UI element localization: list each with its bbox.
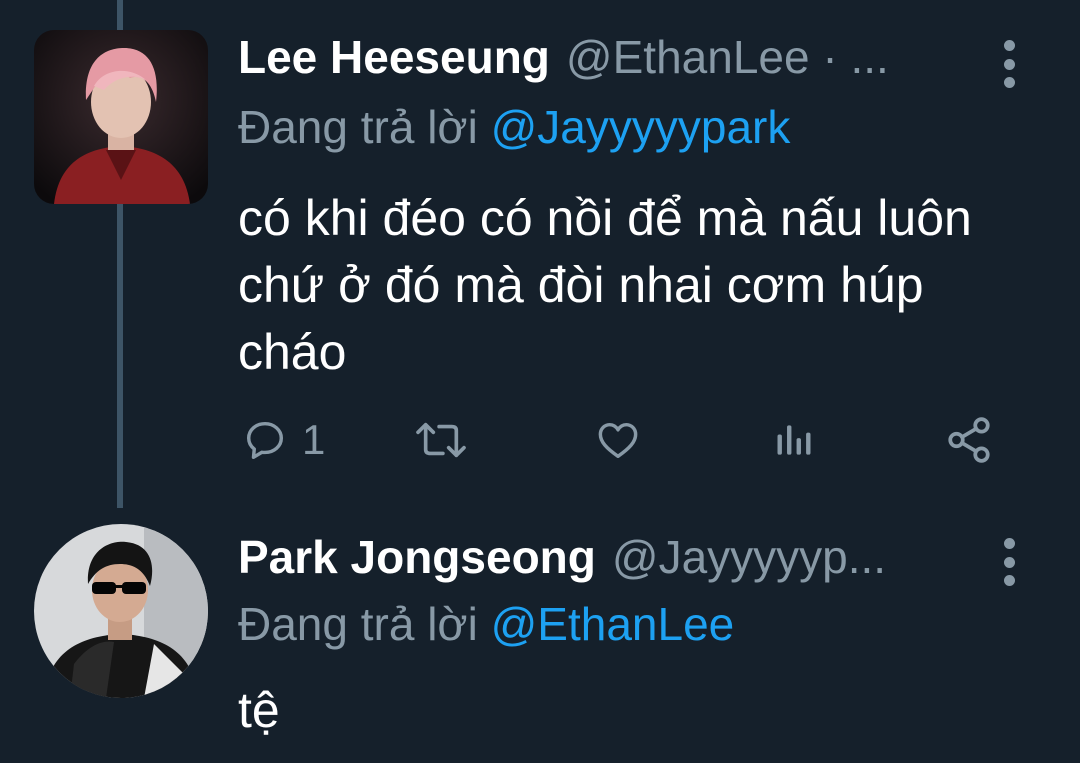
tweet-text: có khi đéo có nồi để mà nấu luôn chứ ở đ… — [238, 190, 972, 380]
reply-mention-link[interactable]: @EthanLee — [491, 598, 735, 650]
retweet-button[interactable] — [412, 410, 470, 470]
tweet-actions: 1 — [0, 410, 1080, 470]
retweet-icon — [416, 422, 466, 458]
reply-prefix: Đang trả lời — [238, 101, 478, 153]
like-icon — [598, 422, 638, 459]
reply-mention-link[interactable]: @Jayyyyypark — [491, 101, 791, 153]
reply-icon — [246, 421, 284, 459]
reply-context: Đang trả lời @EthanLee — [238, 597, 734, 651]
tweet-lee-heeseung[interactable]: Lee Heeseung @EthanLee · ... Đang trả lờ… — [0, 0, 1080, 510]
profile-photo — [34, 524, 208, 698]
display-name[interactable]: Park Jongseong — [238, 530, 596, 584]
display-name[interactable]: Lee Heeseung — [238, 30, 550, 84]
tweet-header: Park Jongseong @Jayyyyyp... — [238, 530, 886, 590]
reply-button[interactable]: 1 — [242, 410, 325, 470]
tweet-header: Lee Heeseung @EthanLee · ... — [238, 30, 889, 90]
more-icon[interactable] — [999, 538, 1019, 586]
share-icon — [948, 417, 990, 463]
more-icon[interactable] — [999, 40, 1019, 88]
user-handle[interactable]: @EthanLee · ... — [566, 30, 889, 84]
analytics-icon — [777, 425, 811, 455]
reply-prefix: Đang trả lời — [238, 598, 478, 650]
profile-photo — [34, 30, 208, 204]
avatar[interactable] — [34, 524, 208, 698]
user-handle[interactable]: @Jayyyyyp... — [612, 530, 886, 584]
analytics-button[interactable] — [772, 410, 816, 470]
share-button[interactable] — [944, 410, 994, 470]
avatar[interactable] — [34, 30, 208, 204]
tweet-text: tệ — [238, 682, 280, 738]
reply-context: Đang trả lời @Jayyyyypark — [238, 100, 790, 154]
reply-count: 1 — [302, 416, 326, 463]
like-button[interactable] — [594, 410, 642, 470]
